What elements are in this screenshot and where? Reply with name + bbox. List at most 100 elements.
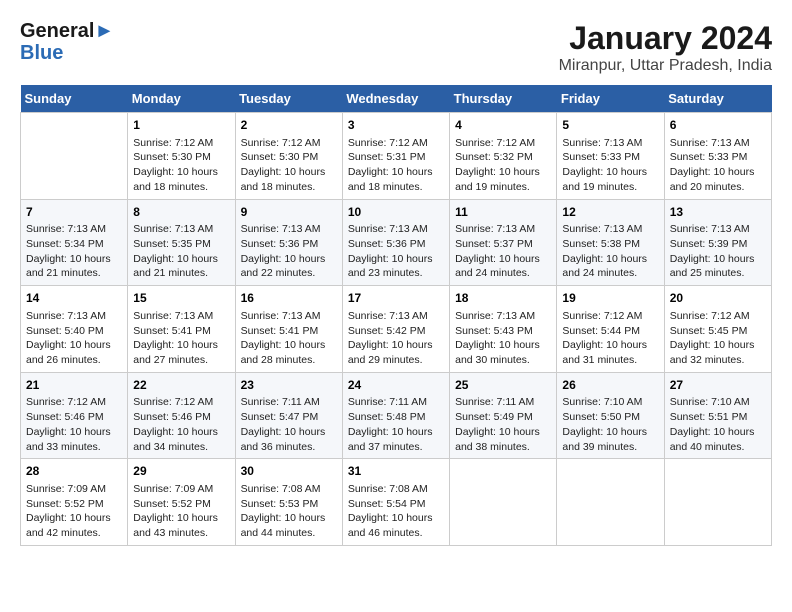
calendar-cell: 1 Sunrise: 7:12 AM Sunset: 5:30 PM Daylig… [128, 113, 235, 200]
calendar-cell: 23Sunrise: 7:11 AM Sunset: 5:47 PM Dayli… [235, 372, 342, 459]
day-number: 3 [348, 117, 444, 134]
calendar-cell [21, 113, 128, 200]
day-content: Sunrise: 7:11 AM Sunset: 5:47 PM Dayligh… [241, 395, 337, 454]
day-content: Sunrise: 7:13 AM Sunset: 5:36 PM Dayligh… [241, 222, 337, 281]
calendar-week-4: 21Sunrise: 7:12 AM Sunset: 5:46 PM Dayli… [21, 372, 772, 459]
day-content: Sunrise: 7:09 AM Sunset: 5:52 PM Dayligh… [26, 482, 122, 541]
day-number: 30 [241, 463, 337, 480]
calendar-cell: 10Sunrise: 7:13 AM Sunset: 5:36 PM Dayli… [342, 199, 449, 286]
day-header-friday: Friday [557, 85, 664, 113]
logo-line2: Blue [20, 42, 63, 64]
day-content: Sunrise: 7:12 AM Sunset: 5:46 PM Dayligh… [133, 395, 229, 454]
day-content: Sunrise: 7:11 AM Sunset: 5:49 PM Dayligh… [455, 395, 551, 454]
page-subtitle: Miranpur, Uttar Pradesh, India [559, 57, 772, 75]
day-content: Sunrise: 7:12 AM Sunset: 5:44 PM Dayligh… [562, 309, 658, 368]
calendar-cell: 17 Sunrise: 7:13 AM Sunset: 5:42 PM Dayli… [342, 286, 449, 373]
calendar-cell: 22Sunrise: 7:12 AM Sunset: 5:46 PM Dayli… [128, 372, 235, 459]
calendar-cell: 31Sunrise: 7:08 AM Sunset: 5:54 PM Dayli… [342, 459, 449, 546]
logo-line1: General► [20, 20, 114, 42]
day-number: 22 [133, 377, 229, 394]
calendar-cell: 4Sunrise: 7:12 AM Sunset: 5:32 PM Daylig… [450, 113, 557, 200]
calendar-cell: 7Sunrise: 7:13 AM Sunset: 5:34 PM Daylig… [21, 199, 128, 286]
day-content: Sunrise: 7:10 AM Sunset: 5:50 PM Dayligh… [562, 395, 658, 454]
calendar-cell: 29 Sunrise: 7:09 AM Sunset: 5:52 PM Dayli… [128, 459, 235, 546]
calendar-cell: 14 Sunrise: 7:13 AM Sunset: 5:40 PM Dayli… [21, 286, 128, 373]
calendar-cell: 28 Sunrise: 7:09 AM Sunset: 5:52 PM Dayli… [21, 459, 128, 546]
day-content: Sunrise: 7:12 AM Sunset: 5:46 PM Dayligh… [26, 395, 122, 454]
calendar-cell: 26Sunrise: 7:10 AM Sunset: 5:50 PM Dayli… [557, 372, 664, 459]
day-content: Sunrise: 7:10 AM Sunset: 5:51 PM Dayligh… [670, 395, 766, 454]
day-content: Sunrise: 7:13 AM Sunset: 5:36 PM Dayligh… [348, 222, 444, 281]
day-number: 27 [670, 377, 766, 394]
day-content: Sunrise: 7:09 AM Sunset: 5:52 PM Dayligh… [133, 482, 229, 541]
day-content: Sunrise: 7:12 AM Sunset: 5:45 PM Dayligh… [670, 309, 766, 368]
calendar-cell: 20Sunrise: 7:12 AM Sunset: 5:45 PM Dayli… [664, 286, 771, 373]
day-number: 2 [241, 117, 337, 134]
day-number: 23 [241, 377, 337, 394]
day-number: 10 [348, 204, 444, 221]
day-number: 12 [562, 204, 658, 221]
day-header-monday: Monday [128, 85, 235, 113]
calendar-cell: 11Sunrise: 7:13 AM Sunset: 5:37 PM Dayli… [450, 199, 557, 286]
day-content: Sunrise: 7:13 AM Sunset: 5:42 PM Dayligh… [348, 309, 444, 368]
page-header: General► Blue January 2024 Miranpur, Utt… [20, 20, 772, 75]
day-content: Sunrise: 7:13 AM Sunset: 5:41 PM Dayligh… [241, 309, 337, 368]
calendar-cell: 25Sunrise: 7:11 AM Sunset: 5:49 PM Dayli… [450, 372, 557, 459]
day-number: 16 [241, 290, 337, 307]
page-title: January 2024 [559, 20, 772, 57]
logo: General► Blue [20, 20, 114, 64]
calendar-cell: 15 Sunrise: 7:13 AM Sunset: 5:41 PM Dayli… [128, 286, 235, 373]
calendar-cell: 21Sunrise: 7:12 AM Sunset: 5:46 PM Dayli… [21, 372, 128, 459]
calendar-cell: 6Sunrise: 7:13 AM Sunset: 5:33 PM Daylig… [664, 113, 771, 200]
calendar-cell [557, 459, 664, 546]
day-content: Sunrise: 7:12 AM Sunset: 5:32 PM Dayligh… [455, 136, 551, 195]
calendar-cell: 9Sunrise: 7:13 AM Sunset: 5:36 PM Daylig… [235, 199, 342, 286]
day-number: 13 [670, 204, 766, 221]
calendar-header-row: SundayMondayTuesdayWednesdayThursdayFrid… [21, 85, 772, 113]
day-number: 15 [133, 290, 229, 307]
day-number: 21 [26, 377, 122, 394]
calendar-table: SundayMondayTuesdayWednesdayThursdayFrid… [20, 85, 772, 546]
calendar-cell: 30 Sunrise: 7:08 AM Sunset: 5:53 PM Dayli… [235, 459, 342, 546]
calendar-cell [664, 459, 771, 546]
day-content: Sunrise: 7:13 AM Sunset: 5:39 PM Dayligh… [670, 222, 766, 281]
day-number: 17 [348, 290, 444, 307]
day-content: Sunrise: 7:13 AM Sunset: 5:41 PM Dayligh… [133, 309, 229, 368]
day-number: 26 [562, 377, 658, 394]
day-content: Sunrise: 7:13 AM Sunset: 5:34 PM Dayligh… [26, 222, 122, 281]
day-number: 11 [455, 204, 551, 221]
calendar-cell: 16 Sunrise: 7:13 AM Sunset: 5:41 PM Dayli… [235, 286, 342, 373]
day-content: Sunrise: 7:13 AM Sunset: 5:33 PM Dayligh… [562, 136, 658, 195]
day-content: Sunrise: 7:13 AM Sunset: 5:40 PM Dayligh… [26, 309, 122, 368]
calendar-week-5: 28 Sunrise: 7:09 AM Sunset: 5:52 PM Dayli… [21, 459, 772, 546]
day-header-sunday: Sunday [21, 85, 128, 113]
day-number: 7 [26, 204, 122, 221]
day-content: Sunrise: 7:12 AM Sunset: 5:30 PM Dayligh… [133, 136, 229, 195]
day-number: 6 [670, 117, 766, 134]
day-content: Sunrise: 7:13 AM Sunset: 5:35 PM Dayligh… [133, 222, 229, 281]
day-content: Sunrise: 7:12 AM Sunset: 5:30 PM Dayligh… [241, 136, 337, 195]
day-number: 31 [348, 463, 444, 480]
calendar-cell: 27Sunrise: 7:10 AM Sunset: 5:51 PM Dayli… [664, 372, 771, 459]
calendar-cell: 12Sunrise: 7:13 AM Sunset: 5:38 PM Dayli… [557, 199, 664, 286]
day-number: 8 [133, 204, 229, 221]
calendar-cell: 5Sunrise: 7:13 AM Sunset: 5:33 PM Daylig… [557, 113, 664, 200]
day-number: 24 [348, 377, 444, 394]
calendar-cell: 24Sunrise: 7:11 AM Sunset: 5:48 PM Dayli… [342, 372, 449, 459]
calendar-cell: 18 Sunrise: 7:13 AM Sunset: 5:43 PM Dayli… [450, 286, 557, 373]
day-number: 1 [133, 117, 229, 134]
day-header-wednesday: Wednesday [342, 85, 449, 113]
calendar-cell: 13Sunrise: 7:13 AM Sunset: 5:39 PM Dayli… [664, 199, 771, 286]
day-number: 18 [455, 290, 551, 307]
day-content: Sunrise: 7:12 AM Sunset: 5:31 PM Dayligh… [348, 136, 444, 195]
day-header-saturday: Saturday [664, 85, 771, 113]
calendar-week-2: 7Sunrise: 7:13 AM Sunset: 5:34 PM Daylig… [21, 199, 772, 286]
day-number: 28 [26, 463, 122, 480]
day-number: 14 [26, 290, 122, 307]
day-content: Sunrise: 7:13 AM Sunset: 5:37 PM Dayligh… [455, 222, 551, 281]
calendar-cell [450, 459, 557, 546]
calendar-cell: 19Sunrise: 7:12 AM Sunset: 5:44 PM Dayli… [557, 286, 664, 373]
day-number: 29 [133, 463, 229, 480]
day-content: Sunrise: 7:13 AM Sunset: 5:43 PM Dayligh… [455, 309, 551, 368]
day-content: Sunrise: 7:08 AM Sunset: 5:53 PM Dayligh… [241, 482, 337, 541]
